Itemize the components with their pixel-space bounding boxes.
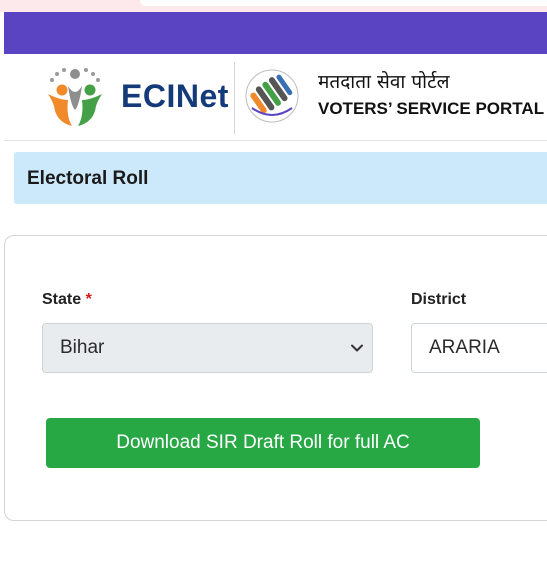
district-select-value: ARARIA [429, 337, 500, 358]
voter-portal-emblem-icon[interactable] [244, 68, 300, 124]
download-sir-draft-roll-button[interactable]: Download SIR Draft Roll for full AC [46, 418, 480, 468]
brand-name[interactable]: ECINet [121, 78, 229, 115]
portal-title-english: VOTERS’ SERVICE PORTAL [318, 99, 545, 118]
district-label: District [411, 291, 466, 309]
required-marker: * [85, 291, 92, 308]
district-select[interactable]: ARARIA [411, 323, 547, 373]
browser-tab-strip [0, 0, 547, 12]
browser-tab [140, 0, 547, 6]
state-select-value: Bihar [60, 337, 105, 358]
state-label-text: State [42, 291, 82, 308]
header-divider [234, 62, 235, 134]
electoral-roll-form-card [4, 235, 547, 521]
site-header: ECINet मतदाता सेवा पोर्टल VOTERS’ SERVIC… [4, 54, 547, 141]
section-title: Electoral Roll [27, 168, 149, 189]
state-select[interactable]: Bihar [42, 323, 373, 373]
state-label: State * [42, 291, 92, 309]
district-label-text: District [411, 291, 467, 308]
chevron-down-icon [351, 344, 363, 352]
portal-title-hindi: मतदाता सेवा पोर्टल [318, 71, 450, 93]
ecinet-logo-icon[interactable] [42, 66, 108, 130]
top-bar [4, 12, 547, 54]
section-banner: Electoral Roll [14, 152, 547, 204]
